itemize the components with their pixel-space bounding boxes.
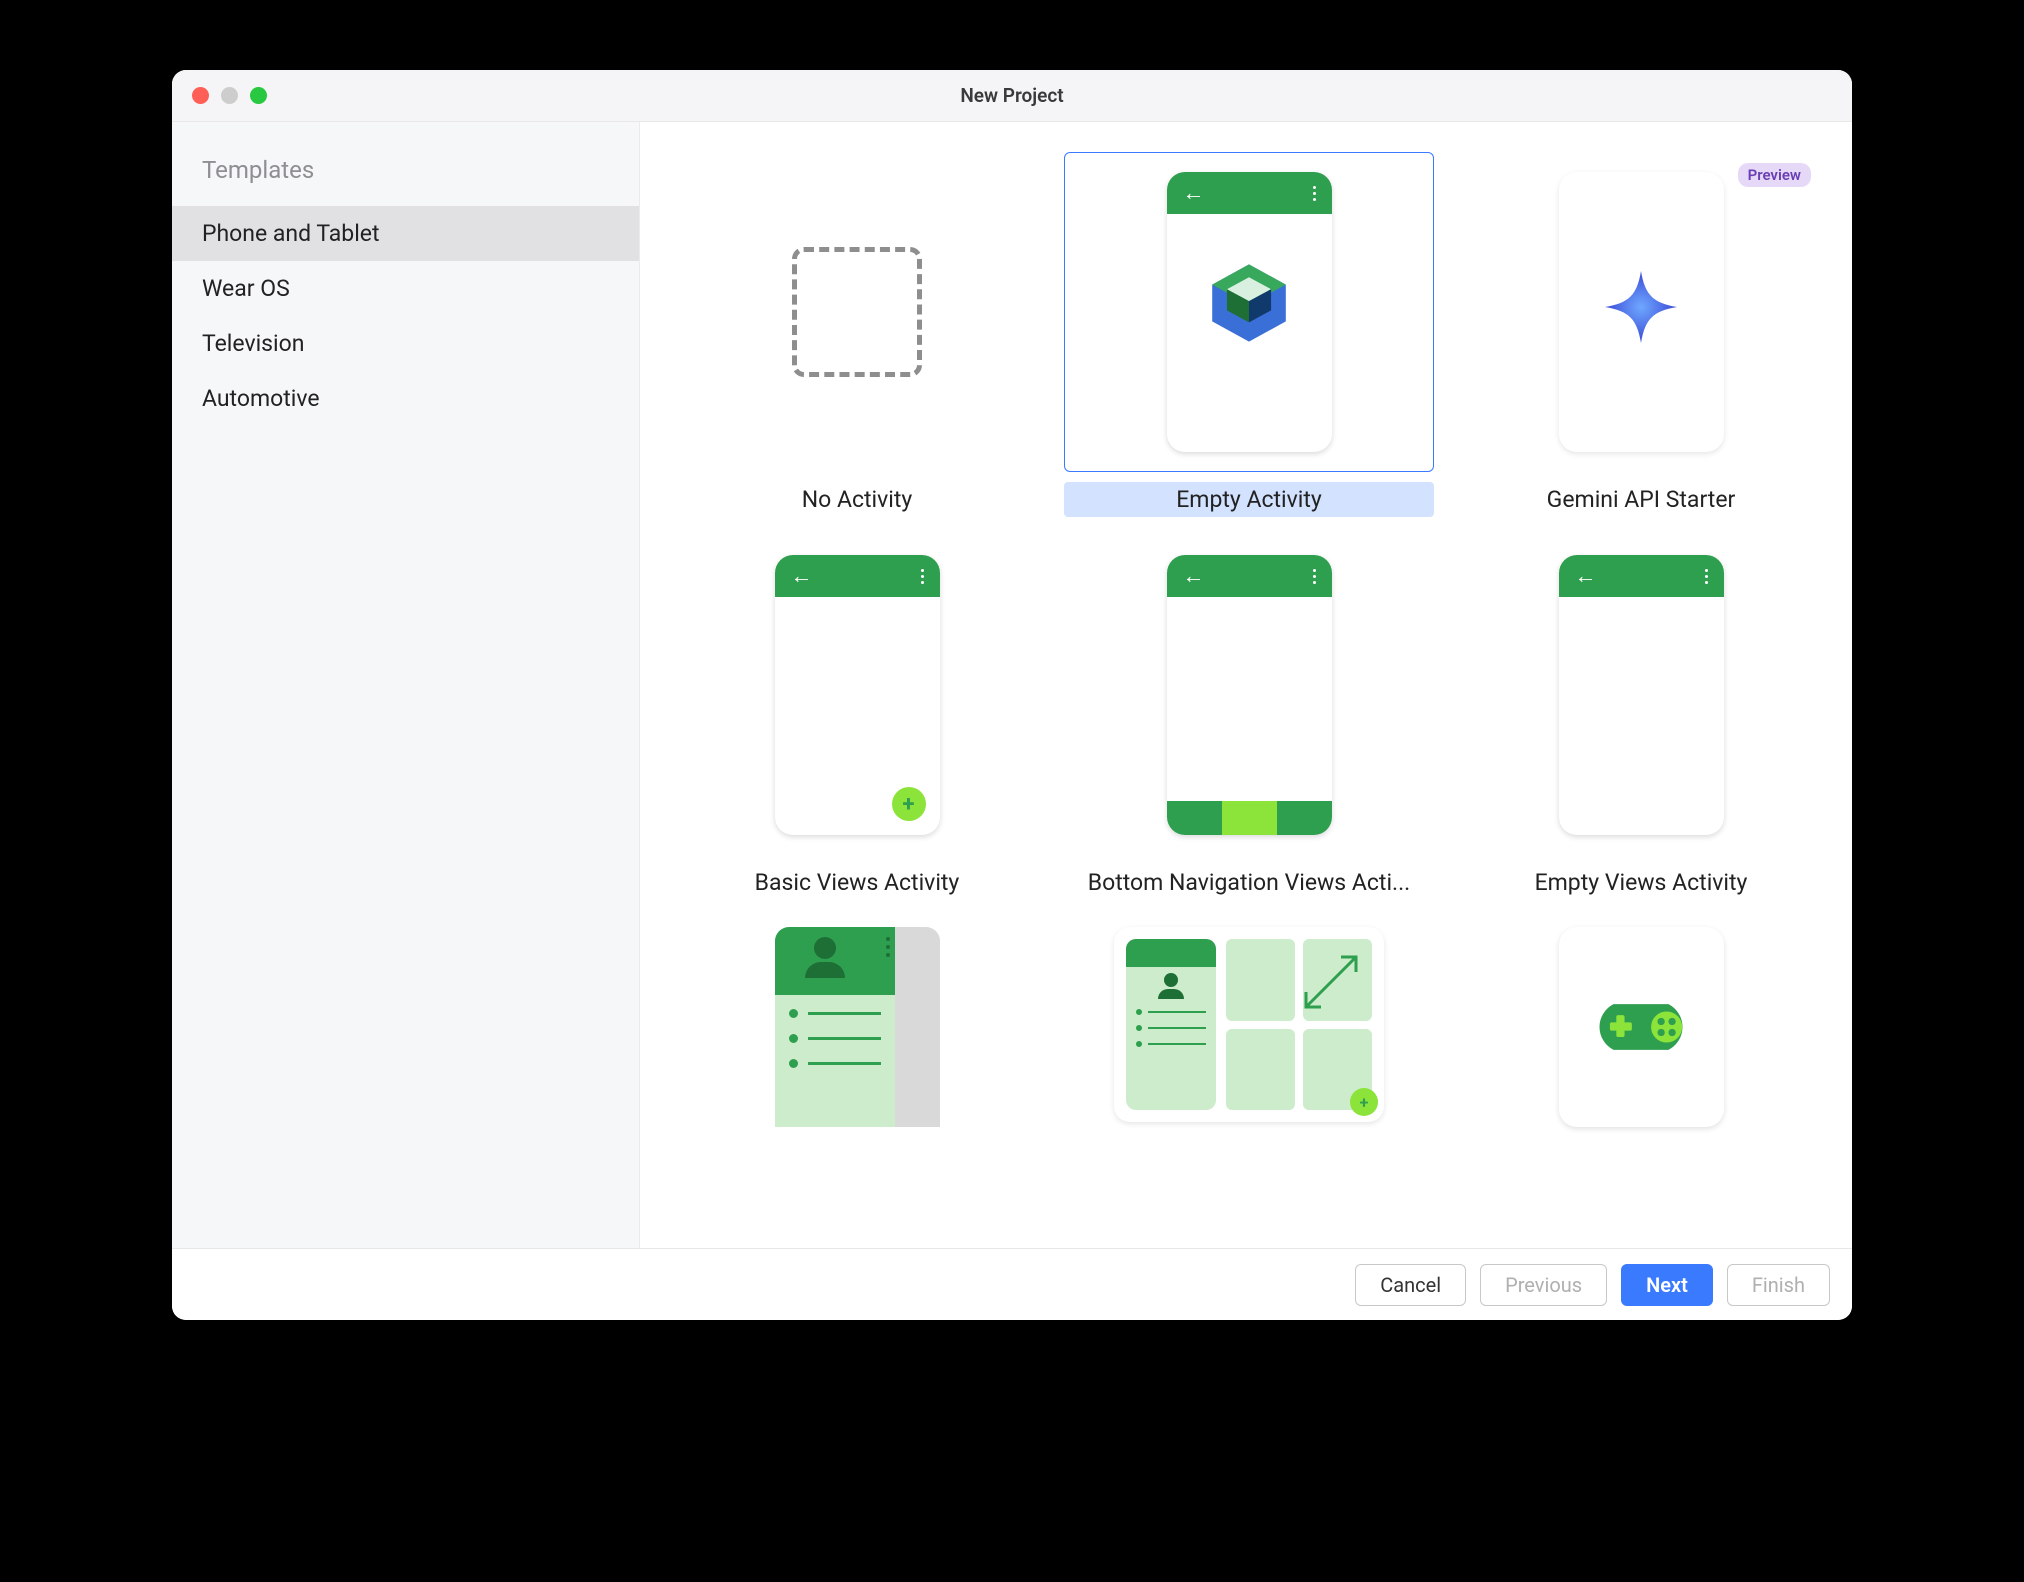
template-empty-views-activity[interactable]: ← Empty Views Activity (1456, 535, 1826, 900)
responsive-layout-icon: + (1114, 927, 1384, 1122)
new-project-window: New Project Templates Phone and Tablet W… (172, 70, 1852, 1320)
sidebar-item-wear-os[interactable]: Wear OS (172, 261, 639, 316)
kebab-icon (1313, 569, 1316, 584)
sparkle-icon (1601, 267, 1681, 347)
kebab-icon (1313, 186, 1316, 201)
bottom-nav-icon (1167, 801, 1332, 835)
next-button[interactable]: Next (1621, 1264, 1713, 1306)
sidebar-header: Templates (172, 156, 639, 206)
sidebar-item-automotive[interactable]: Automotive (172, 371, 639, 426)
kebab-icon (1705, 569, 1708, 584)
template-responsive-views-activity[interactable]: + (1064, 918, 1434, 1118)
template-label: Gemini API Starter (1456, 482, 1826, 517)
dashed-box-icon (792, 247, 922, 377)
wizard-footer: Cancel Previous Next Finish (172, 1248, 1852, 1320)
android-studio-logo-icon (1203, 257, 1295, 349)
sidebar-item-television[interactable]: Television (172, 316, 639, 371)
game-controller-icon (1586, 995, 1696, 1059)
kebab-icon (921, 569, 924, 584)
back-arrow-icon: ← (1183, 563, 1205, 589)
template-label: No Activity (672, 482, 1042, 517)
fab-plus-icon: + (1350, 1088, 1378, 1116)
template-game-activity[interactable] (1456, 918, 1826, 1118)
sidebar: Templates Phone and Tablet Wear OS Telev… (172, 122, 640, 1248)
nav-drawer-icon (775, 927, 940, 1127)
previous-button: Previous (1480, 1264, 1607, 1306)
cancel-button[interactable]: Cancel (1355, 1264, 1466, 1306)
phone-preview-icon: ← (1167, 555, 1332, 835)
template-basic-views-activity[interactable]: ← + Basic Views Activity (672, 535, 1042, 900)
template-navigation-drawer-views-activity[interactable] (672, 918, 1042, 1118)
phone-preview-icon: ← (1167, 172, 1332, 452)
template-empty-activity[interactable]: ← Empty Activity (1064, 152, 1434, 517)
template-label: Empty Activity (1064, 482, 1434, 517)
template-gemini-api-starter[interactable]: Preview Gemini API Starter (1456, 152, 1826, 517)
titlebar: New Project (172, 70, 1852, 122)
phone-preview-icon (1559, 927, 1724, 1127)
phone-preview-icon (1559, 172, 1724, 452)
preview-badge: Preview (1738, 163, 1811, 187)
phone-preview-icon: ← (1559, 555, 1724, 835)
window-title: New Project (172, 84, 1852, 107)
template-label: Bottom Navigation Views Acti... (1064, 865, 1434, 900)
template-grid: No Activity ← (640, 122, 1852, 1248)
template-bottom-navigation-views-activity[interactable]: ← Bottom Navigation Views Acti... (1064, 535, 1434, 900)
back-arrow-icon: ← (1183, 180, 1205, 206)
phone-preview-icon: ← + (775, 555, 940, 835)
finish-button: Finish (1727, 1264, 1830, 1306)
fab-plus-icon: + (892, 787, 926, 821)
template-label: Basic Views Activity (672, 865, 1042, 900)
back-arrow-icon: ← (1575, 563, 1597, 589)
template-no-activity[interactable]: No Activity (672, 152, 1042, 517)
template-label: Empty Views Activity (1456, 865, 1826, 900)
back-arrow-icon: ← (791, 563, 813, 589)
sidebar-item-phone-and-tablet[interactable]: Phone and Tablet (172, 206, 639, 261)
